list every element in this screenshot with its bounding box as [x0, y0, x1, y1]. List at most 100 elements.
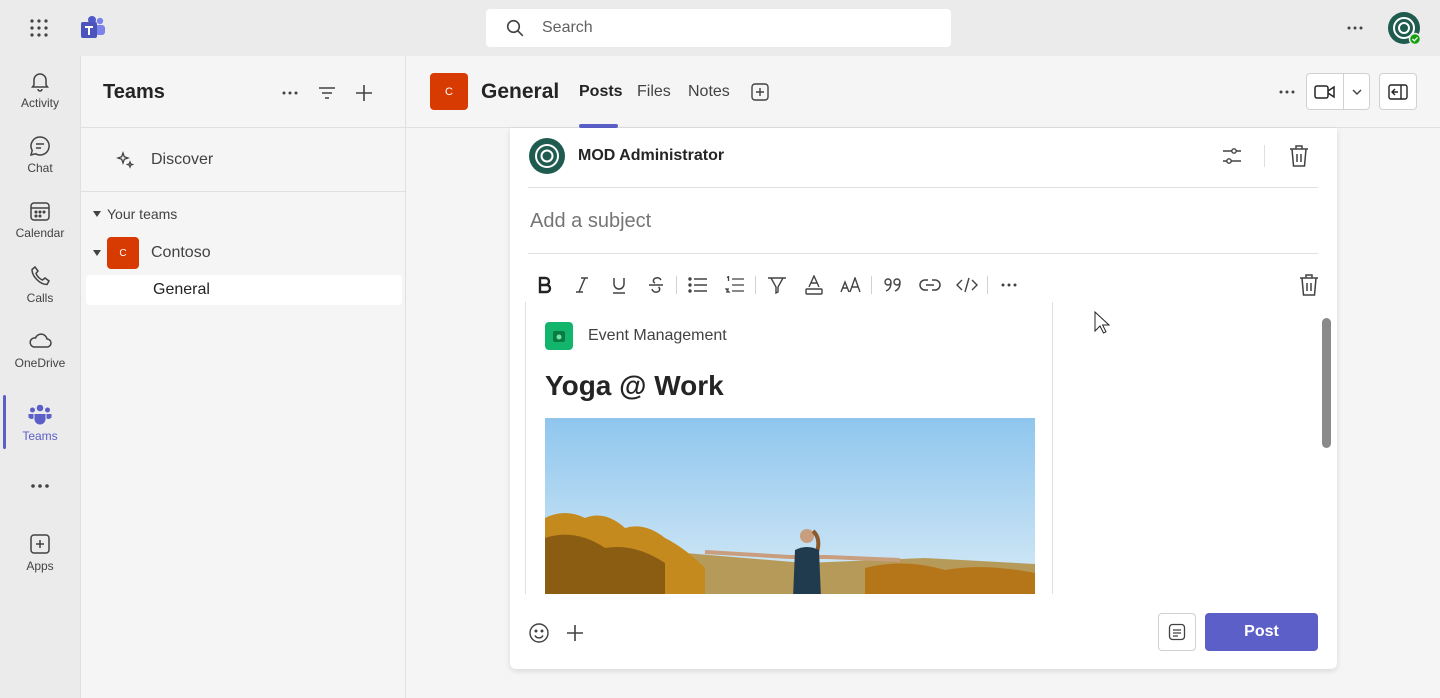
card-app-row: Event Management	[545, 322, 727, 350]
search-icon	[506, 19, 524, 37]
channel-name: General	[153, 281, 210, 298]
chat-icon	[28, 134, 52, 158]
rail-item-apps[interactable]: Apps	[0, 521, 80, 583]
app-launcher-icon[interactable]	[26, 15, 52, 41]
user-avatar[interactable]	[1387, 11, 1421, 45]
divider	[81, 191, 407, 192]
more-options-icon[interactable]	[990, 271, 1027, 299]
more-options-icon[interactable]	[1340, 18, 1370, 38]
post-button[interactable]: Post	[1205, 613, 1318, 651]
teams-logo-icon[interactable]	[79, 14, 107, 42]
bell-icon	[28, 69, 52, 93]
channel-item-general[interactable]: General	[86, 275, 402, 305]
phone-icon	[28, 264, 52, 288]
more-options-icon[interactable]	[275, 78, 305, 108]
delete-icon[interactable]	[1288, 144, 1310, 168]
caret-down-icon	[93, 250, 101, 256]
rail-label: Teams	[22, 428, 58, 443]
search-box[interactable]: Search	[486, 9, 951, 47]
author-name: MOD Administrator	[578, 147, 725, 164]
caret-down-icon	[93, 211, 101, 217]
font-size-icon[interactable]	[832, 271, 869, 299]
rail-item-chat[interactable]: Chat	[0, 123, 80, 185]
quote-icon[interactable]	[874, 271, 911, 299]
italic-icon[interactable]	[563, 271, 600, 299]
compose-box: MOD Administrator Add a subject Event Ma…	[510, 128, 1337, 669]
add-tab-icon[interactable]	[750, 82, 770, 102]
rail-item-activity[interactable]: Activity	[0, 58, 80, 120]
card-image	[545, 418, 1035, 594]
divider	[1264, 145, 1265, 167]
rail-label: Chat	[27, 160, 53, 175]
channel-header: C General Posts Files Notes	[406, 56, 1440, 128]
rail-item-onedrive[interactable]: OneDrive	[0, 318, 80, 380]
add-app-icon	[28, 532, 52, 556]
rail-label: Calls	[26, 290, 54, 305]
subject-input[interactable]	[530, 210, 1310, 233]
author-row: MOD Administrator	[528, 136, 1318, 176]
your-teams-label: Your teams	[107, 206, 178, 222]
add-icon[interactable]	[349, 78, 379, 108]
strikethrough-icon[interactable]	[637, 271, 674, 299]
divider	[81, 127, 407, 128]
tab-files[interactable]: Files	[637, 83, 671, 101]
more-icon	[30, 484, 50, 488]
rail-label: Activity	[20, 95, 59, 110]
panel-title: Teams	[103, 81, 165, 103]
code-icon[interactable]	[948, 271, 985, 299]
mouse-cursor-icon	[1094, 311, 1110, 335]
more-options-icon[interactable]	[1272, 82, 1302, 102]
your-teams-header[interactable]: Your teams	[93, 206, 177, 222]
format-icon[interactable]	[1158, 613, 1196, 651]
discover-link[interactable]: Discover	[115, 144, 213, 176]
author-avatar	[528, 137, 566, 175]
divider	[676, 276, 677, 294]
rail-item-teams[interactable]: Teams	[0, 391, 80, 453]
chevron-down-icon[interactable]	[1344, 74, 1369, 109]
rail-item-calendar[interactable]: Calendar	[0, 188, 80, 250]
meet-button-group	[1306, 73, 1370, 110]
event-management-app-icon	[545, 322, 573, 350]
post-options-icon[interactable]	[1221, 145, 1243, 167]
bulleted-list-icon[interactable]	[679, 271, 716, 299]
team-avatar: C	[107, 237, 139, 269]
search-placeholder: Search	[542, 19, 593, 36]
bold-icon[interactable]	[526, 271, 563, 299]
card-title: Yoga @ Work	[545, 370, 724, 401]
emoji-icon[interactable]	[528, 622, 550, 644]
team-item-contoso[interactable]: C Contoso	[93, 236, 211, 270]
adaptive-card: Event Management Yoga @ Work	[525, 302, 1053, 594]
format-toolbar	[526, 271, 1027, 299]
video-call-icon[interactable]	[1307, 74, 1344, 109]
tab-posts[interactable]: Posts	[579, 83, 623, 101]
divider	[755, 276, 756, 294]
teams-panel: Teams Discover Your teams C Contoso Gene…	[80, 56, 407, 698]
scrollbar[interactable]	[1322, 318, 1331, 448]
rail-item-calls[interactable]: Calls	[0, 253, 80, 315]
rail-item-more[interactable]	[0, 455, 80, 517]
discover-label: Discover	[151, 151, 214, 168]
divider	[528, 187, 1318, 188]
divider	[528, 253, 1318, 254]
rail-label: OneDrive	[14, 355, 66, 370]
font-color-icon[interactable]	[795, 271, 832, 299]
channel-title: General	[481, 80, 560, 103]
tab-notes[interactable]: Notes	[688, 83, 730, 101]
delete-icon[interactable]	[1298, 273, 1322, 297]
link-icon[interactable]	[911, 271, 948, 299]
calendar-icon	[28, 199, 52, 223]
highlight-icon[interactable]	[758, 271, 795, 299]
app-rail: Activity Chat Calendar Calls OneDrive Te…	[0, 56, 80, 698]
filter-icon[interactable]	[312, 78, 342, 108]
card-app-name: Event Management	[588, 327, 727, 344]
rail-label: Calendar	[15, 225, 65, 240]
teams-icon	[27, 402, 53, 426]
cloud-icon	[27, 329, 53, 353]
add-attachment-icon[interactable]	[564, 622, 586, 644]
numbered-list-icon[interactable]	[716, 271, 753, 299]
channel-avatar: C	[430, 73, 468, 110]
rail-label: Apps	[26, 558, 54, 573]
underline-icon[interactable]	[600, 271, 637, 299]
open-pane-icon[interactable]	[1379, 73, 1417, 110]
divider	[871, 276, 872, 294]
